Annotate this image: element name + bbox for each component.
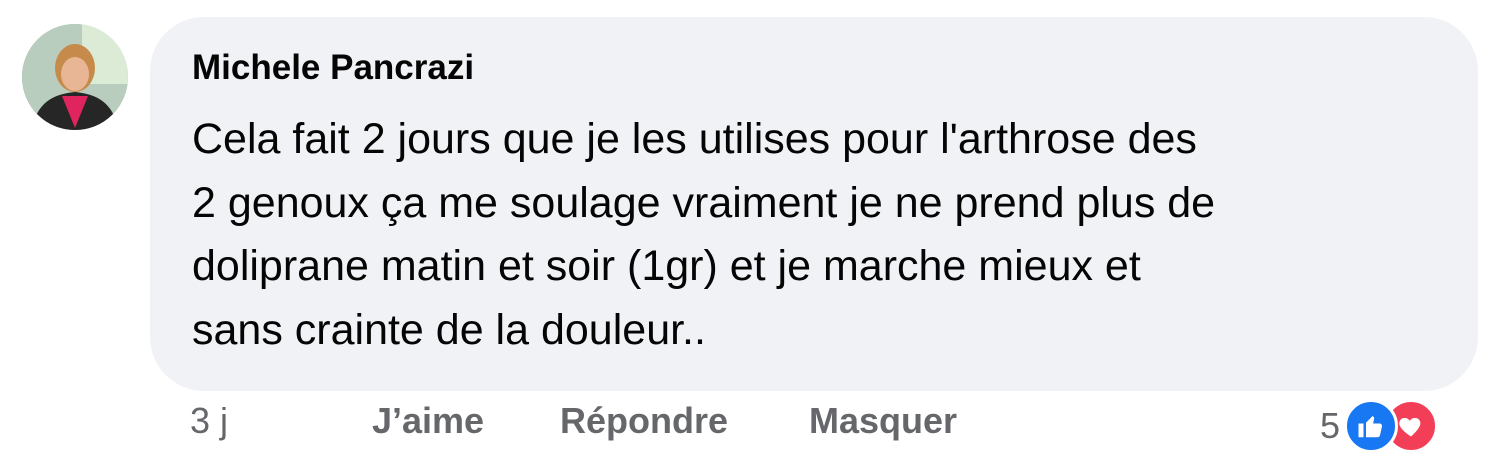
reply-button[interactable]: Répondre <box>560 400 728 442</box>
comment-text: Cela fait 2 jours que je les utilises po… <box>192 108 1462 362</box>
comment-author-name[interactable]: Michele Pancrazi <box>192 48 474 88</box>
comment-text-line: doliprane matin et soir (1gr) et je marc… <box>192 242 1141 290</box>
reaction-count: 5 <box>1320 405 1341 446</box>
like-icon <box>1344 399 1399 453</box>
hide-button[interactable]: Masquer <box>809 400 957 442</box>
like-button[interactable]: J’aime <box>372 400 484 442</box>
reactions-summary[interactable]: 5 <box>1320 398 1439 454</box>
comment-text-line: Cela fait 2 jours que je les utilises po… <box>192 115 1197 163</box>
comment-text-line: sans crainte de la douleur.. <box>192 305 706 354</box>
avatar-image <box>22 24 128 130</box>
comment-text-line: 2 genoux ça me soulage vraiment je ne pr… <box>192 178 1216 227</box>
avatar[interactable] <box>22 24 128 130</box>
comment-timestamp[interactable]: 3 j <box>190 400 228 442</box>
